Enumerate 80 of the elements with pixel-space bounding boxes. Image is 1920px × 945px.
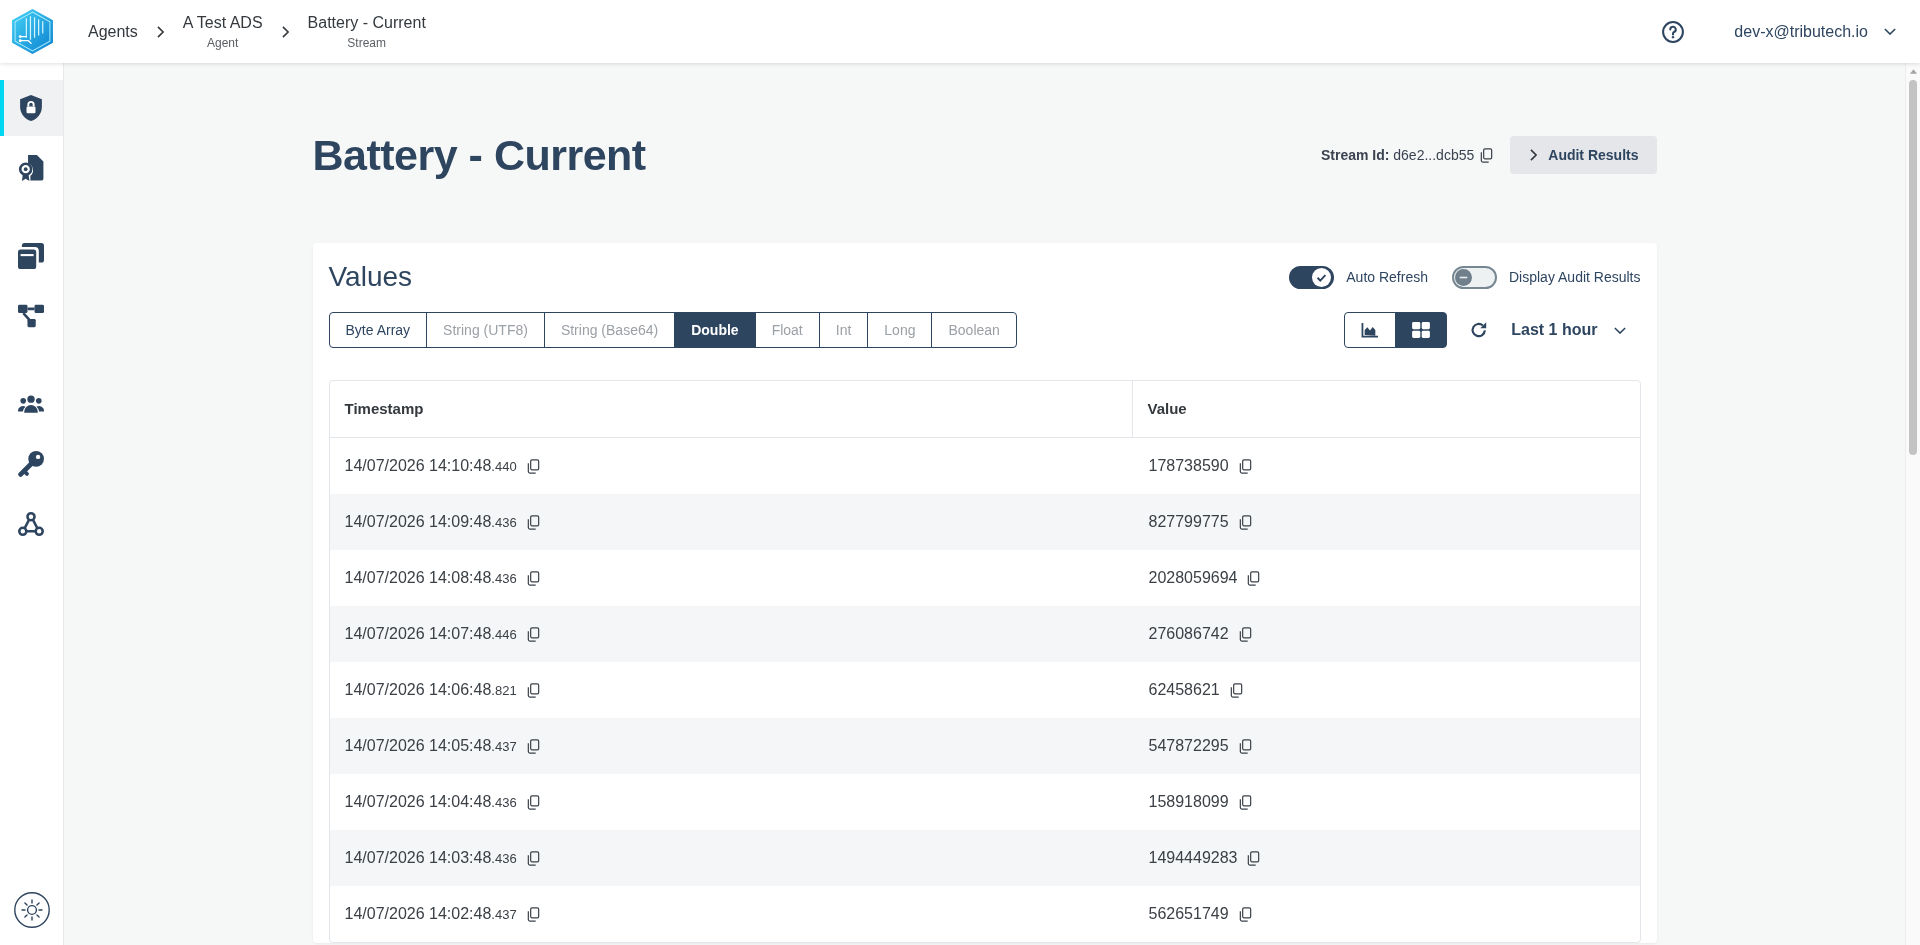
switch-label[interactable]: Display Audit Results — [1509, 266, 1641, 288]
column-header[interactable]: Timestamp — [329, 381, 1133, 437]
toggle-switch[interactable] — [1452, 265, 1497, 289]
scrollbar[interactable] — [1905, 63, 1920, 945]
refresh-icon[interactable] — [1470, 321, 1489, 339]
copy-icon[interactable] — [526, 626, 540, 642]
key-icon — [18, 451, 44, 477]
time-range-dropdown[interactable]: Last 1 hour — [1511, 312, 1626, 348]
chevron-down-icon — [1613, 326, 1626, 334]
data-type-button[interactable]: Double — [674, 312, 756, 348]
toggle-switch[interactable] — [1289, 265, 1335, 289]
copy-icon[interactable] — [526, 906, 540, 922]
help-icon[interactable] — [1662, 20, 1685, 43]
value-text: 62458621 — [1148, 680, 1220, 700]
hierarchy-icon — [18, 303, 44, 329]
page-title: Battery - Current — [312, 130, 646, 181]
area-chart-icon — [1361, 322, 1380, 338]
copy-icon[interactable] — [526, 794, 540, 810]
check-icon — [1312, 267, 1332, 287]
data-type-button[interactable]: Byte Array — [328, 312, 428, 348]
copy-icon[interactable] — [1238, 514, 1252, 530]
copy-icon[interactable] — [1247, 850, 1261, 866]
table-view-button[interactable] — [1395, 312, 1448, 348]
webhook-icon — [18, 511, 44, 537]
breadcrumb-link[interactable]: Agents — [88, 22, 138, 41]
value-text: 2028059694 — [1148, 568, 1238, 588]
timestamp-text: 14/07/2026 14:05:48.437 — [344, 736, 517, 756]
copy-icon[interactable] — [526, 738, 540, 754]
timestamp-text: 14/07/2026 14:06:48.821 — [344, 680, 517, 700]
timestamp-text: 14/07/2026 14:02:48.437 — [344, 904, 517, 924]
timestamp-text: 14/07/2026 14:09:48.436 — [344, 512, 517, 532]
copy-icon[interactable] — [1238, 738, 1252, 754]
copy-icon[interactable] — [1238, 458, 1252, 474]
copy-icon[interactable] — [526, 570, 540, 586]
timestamp-text: 14/07/2026 14:07:48.446 — [344, 624, 517, 644]
certificate-document-icon — [18, 155, 44, 181]
value-text: 1494449283 — [1148, 848, 1238, 868]
logo-icon[interactable] — [12, 9, 53, 54]
chevron-down-icon — [1884, 28, 1896, 35]
copy-icon[interactable] — [1480, 147, 1494, 163]
value-text: 547872295 — [1148, 736, 1229, 756]
scrollbar-thumb[interactable] — [1909, 80, 1917, 455]
breadcrumb-link[interactable]: A Test ADS — [182, 13, 263, 32]
chart-view-button[interactable] — [1344, 312, 1397, 348]
stream-id-text: Stream Id: d6e2...dcb55 — [1320, 145, 1475, 165]
table-icon — [1412, 322, 1431, 338]
minus-icon — [1455, 268, 1472, 286]
sidebar-item[interactable] — [0, 80, 63, 136]
timestamp-text: 14/07/2026 14:03:48.436 — [344, 848, 517, 868]
value-text: 827799775 — [1148, 512, 1229, 532]
value-text: 276086742 — [1148, 624, 1229, 644]
copy-icon[interactable] — [1229, 682, 1243, 698]
copy-icon[interactable] — [526, 682, 540, 698]
card-title: Values — [328, 260, 413, 294]
user-menu-button[interactable]: dev-x@tributech.io — [1734, 19, 1896, 44]
column-header[interactable]: Value — [1132, 381, 1640, 437]
stacked-windows-icon — [18, 243, 44, 269]
copy-icon[interactable] — [1238, 626, 1252, 642]
copy-icon[interactable] — [526, 850, 540, 866]
timestamp-text: 14/07/2026 14:08:48.436 — [344, 568, 517, 588]
value-text: 158918099 — [1148, 792, 1229, 812]
chevron-right-icon — [156, 25, 164, 38]
chevron-right-icon — [1530, 149, 1538, 161]
sun-icon[interactable] — [13, 892, 50, 928]
breadcrumb-link[interactable]: Battery - Current — [307, 13, 426, 32]
timestamp-text: 14/07/2026 14:04:48.436 — [344, 792, 517, 812]
breadcrumb-type: Stream — [347, 36, 387, 50]
copy-icon[interactable] — [1247, 570, 1261, 586]
chevron-right-icon — [281, 25, 289, 38]
copy-icon[interactable] — [1238, 906, 1252, 922]
breadcrumb-type: Agent — [207, 36, 239, 50]
timestamp-text: 14/07/2026 14:10:48.440 — [344, 456, 517, 476]
value-text: 178738590 — [1148, 456, 1229, 476]
switch-label[interactable]: Auto Refresh — [1346, 266, 1428, 288]
copy-icon[interactable] — [526, 458, 540, 474]
audit-results-button[interactable]: Audit Results — [1510, 136, 1657, 174]
value-text: 562651749 — [1148, 904, 1229, 924]
copy-icon[interactable] — [1238, 794, 1252, 810]
shield-lock-icon — [18, 95, 44, 121]
copy-icon[interactable] — [526, 514, 540, 530]
